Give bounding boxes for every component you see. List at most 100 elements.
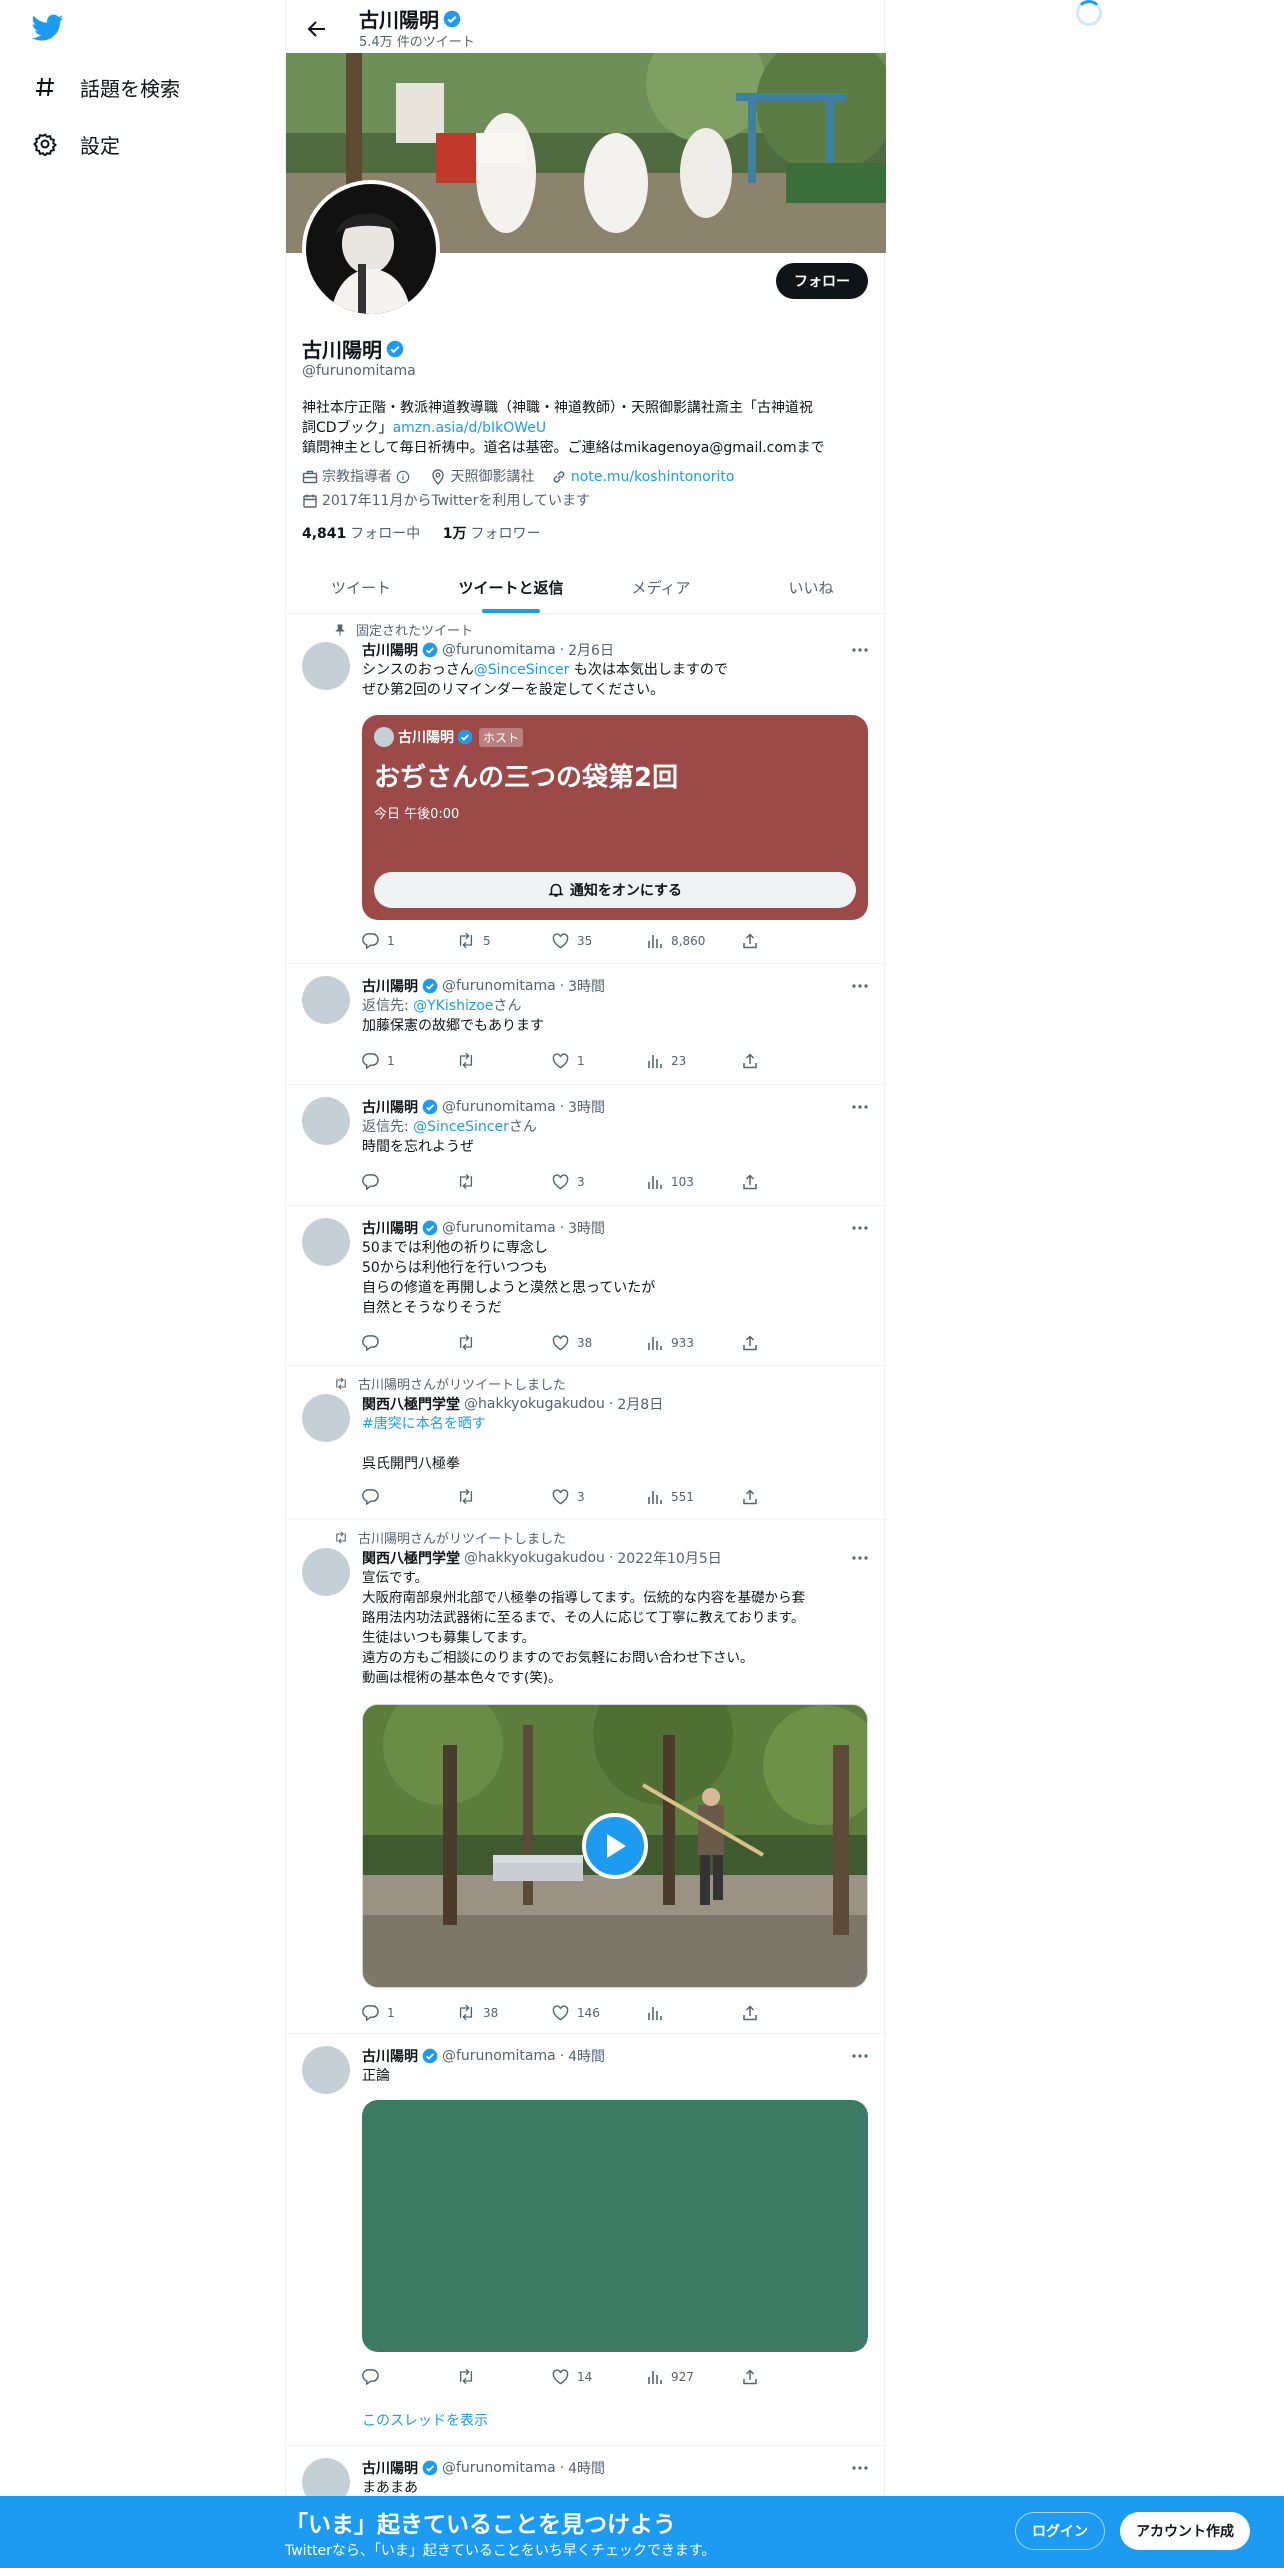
tweet-item[interactable]: 固定されたツイート 古川陽明 @furunomitama · 2月6日 シンスの… <box>286 614 886 964</box>
reply-button[interactable] <box>362 1173 457 1190</box>
play-button-icon[interactable] <box>582 1813 648 1879</box>
followers-link[interactable]: 1万 フォロワー <box>443 526 541 542</box>
tab-tweets-and-replies[interactable]: ツイートと返信 <box>436 562 586 613</box>
reply-button[interactable]: 1 <box>362 1052 457 1069</box>
retweet-button[interactable]: 5 <box>457 932 552 949</box>
tweet-item[interactable]: 古川陽明 @furunomitama · 3時間 50までは利他の祈りに専念し … <box>286 1206 886 1366</box>
avatar[interactable] <box>302 2046 350 2094</box>
retweet-button[interactable] <box>457 1052 552 1069</box>
avatar[interactable] <box>302 976 350 1024</box>
like-button[interactable]: 14 <box>552 2368 647 2385</box>
tweet-author-name[interactable]: 古川陽明 <box>362 2046 418 2066</box>
avatar[interactable] <box>302 1394 350 1442</box>
tweet-time[interactable]: 3時間 <box>568 1218 605 1238</box>
tweet-mention[interactable]: @SinceSincer <box>474 662 570 678</box>
tweet-author-name[interactable]: 古川陽明 <box>362 2458 418 2478</box>
like-button[interactable]: 1 <box>552 1052 647 1069</box>
tweet-item[interactable]: 古川陽明 @furunomitama · 3時間 返信先: @SinceSinc… <box>286 1085 886 1206</box>
like-button[interactable]: 146 <box>552 2004 647 2021</box>
show-thread-link[interactable]: このスレッドを表示 <box>362 2410 488 2430</box>
retweet-button[interactable] <box>457 1334 552 1351</box>
views-button[interactable]: 23 <box>647 1052 742 1069</box>
profile-website-link[interactable]: note.mu/koshintonorito <box>571 467 735 487</box>
reply-button[interactable]: 1 <box>362 932 457 949</box>
tweet-author-handle[interactable]: @furunomitama <box>442 1099 556 1115</box>
tweet-time[interactable]: 4時間 <box>568 2458 605 2478</box>
profile-website[interactable]: note.mu/koshintonorito <box>551 467 735 487</box>
like-button[interactable]: 3 <box>552 1173 647 1190</box>
views-button[interactable]: 8,860 <box>647 932 742 949</box>
retweet-button[interactable] <box>457 1488 552 1505</box>
reply-button[interactable]: 1 <box>362 2004 457 2021</box>
tweet-author-name[interactable]: 関西八極門学堂 <box>362 1394 460 1414</box>
signup-button[interactable]: アカウント作成 <box>1120 2512 1250 2550</box>
retweet-button[interactable]: 38 <box>457 2004 552 2021</box>
avatar[interactable] <box>302 1218 350 1266</box>
avatar[interactable] <box>302 1097 350 1145</box>
tweet-time[interactable]: 2月6日 <box>568 640 614 660</box>
reply-button[interactable] <box>362 1488 457 1505</box>
views-button[interactable]: 551 <box>647 1488 742 1505</box>
tweet-author-name[interactable]: 古川陽明 <box>362 1097 418 1117</box>
reply-to-mention[interactable]: @SinceSincer <box>413 1119 509 1135</box>
follow-button[interactable]: フォロー <box>776 263 868 299</box>
share-button[interactable] <box>742 2368 772 2385</box>
tweet-time[interactable]: 2月8日 <box>617 1394 663 1414</box>
views-button[interactable] <box>647 2004 742 2021</box>
space-card[interactable]: 古川陽明 ホスト おぢさんの三つの袋第2回 今日 午後0:00 通知をオンにする <box>362 715 868 920</box>
tweet-hashtag[interactable]: #唐突に本名を晒す <box>362 1416 486 1432</box>
share-button[interactable] <box>742 1488 772 1505</box>
avatar[interactable] <box>302 1548 350 1596</box>
views-button[interactable]: 103 <box>647 1173 742 1190</box>
reply-button[interactable] <box>362 2368 457 2385</box>
tweet-item[interactable]: 古川陽明 @furunomitama · 3時間 返信先: @YKishizoe… <box>286 964 886 1085</box>
back-arrow-icon[interactable] <box>300 12 334 46</box>
retweet-button[interactable] <box>457 2368 552 2385</box>
following-link[interactable]: 4,841 フォロー中 <box>302 526 420 542</box>
tweet-author-name[interactable]: 古川陽明 <box>362 640 418 660</box>
tweet-item[interactable]: 古川陽明さんがリツイートしました 関西八極門学堂 @hakkyokugakudo… <box>286 1366 886 1520</box>
twitter-logo-icon[interactable] <box>31 14 64 42</box>
tab-tweets[interactable]: ツイート <box>286 562 436 613</box>
share-button[interactable] <box>742 1173 772 1190</box>
bio-link[interactable]: amzn.asia/d/bIkOWeU <box>393 420 547 436</box>
tweet-author-handle[interactable]: @furunomitama <box>442 1220 556 1236</box>
tweet-author-handle[interactable]: @furunomitama <box>442 2460 556 2476</box>
retweeted-by-text[interactable]: 古川陽明さんがリツイートしました <box>358 1528 566 1547</box>
tweet-author-handle[interactable]: @furunomitama <box>442 2048 556 2064</box>
tab-likes[interactable]: いいね <box>736 562 886 613</box>
tab-media[interactable]: メディア <box>586 562 736 613</box>
info-icon[interactable] <box>396 470 410 484</box>
share-button[interactable] <box>742 2004 772 2021</box>
tweet-author-handle[interactable]: @hakkyokugakudou <box>464 1550 605 1566</box>
share-button[interactable] <box>742 932 772 949</box>
avatar[interactable] <box>302 642 350 690</box>
tweet-time[interactable]: 3時間 <box>568 976 605 996</box>
share-button[interactable] <box>742 1334 772 1351</box>
tweet-author-handle[interactable]: @furunomitama <box>442 978 556 994</box>
share-button[interactable] <box>742 1052 772 1069</box>
tweet-item[interactable]: 古川陽明さんがリツイートしました 関西八極門学堂 @hakkyokugakudo… <box>286 1520 886 2034</box>
like-button[interactable]: 38 <box>552 1334 647 1351</box>
tweet-author-name[interactable]: 古川陽明 <box>362 976 418 996</box>
space-notify-button[interactable]: 通知をオンにする <box>374 872 856 908</box>
reply-button[interactable] <box>362 1334 457 1351</box>
tweet-author-handle[interactable]: @hakkyokugakudou <box>464 1396 605 1412</box>
retweet-button[interactable] <box>457 1173 552 1190</box>
views-button[interactable]: 927 <box>647 2368 742 2385</box>
tweet-author-name[interactable]: 関西八極門学堂 <box>362 1548 460 1568</box>
tweet-media-image[interactable] <box>362 2100 868 2352</box>
like-button[interactable]: 3 <box>552 1488 647 1505</box>
profile-avatar[interactable] <box>302 180 440 318</box>
like-button[interactable]: 35 <box>552 932 647 949</box>
views-button[interactable]: 933 <box>647 1334 742 1351</box>
tweet-time[interactable]: 2022年10月5日 <box>617 1548 721 1568</box>
nav-explore[interactable]: 話題を検索 <box>32 59 180 115</box>
reply-to-mention[interactable]: @YKishizoe <box>413 998 493 1014</box>
tweet-item[interactable]: 古川陽明 @furunomitama · 4時間 正論 14 927 このスレッ… <box>286 2034 886 2446</box>
tweet-author-name[interactable]: 古川陽明 <box>362 1218 418 1238</box>
tweet-time[interactable]: 3時間 <box>568 1097 605 1117</box>
retweeted-by-text[interactable]: 古川陽明さんがリツイートしました <box>358 1374 566 1393</box>
video-player[interactable] <box>362 1704 868 1988</box>
tweet-time[interactable]: 4時間 <box>568 2046 605 2066</box>
